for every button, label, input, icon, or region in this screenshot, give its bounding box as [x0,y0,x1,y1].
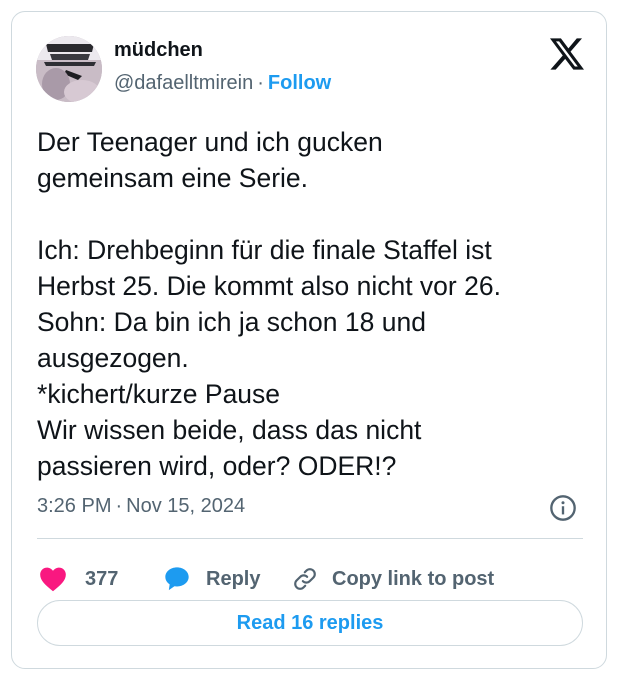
read-replies-button[interactable]: Read 16 replies [37,600,583,646]
link-icon [294,568,316,590]
tweet-card: müdchen @dafaelltmirein · Follow Der Teena… [11,11,607,669]
reply-label: Reply [206,567,261,590]
avatar-image [36,36,102,102]
separator-dot: · [257,72,264,94]
copy-link-label: Copy link to post [332,567,495,590]
author-display-name[interactable]: müdchen [114,39,203,62]
heart-icon [40,567,66,592]
tweet-date: Nov 15, 2024 [126,495,246,517]
divider [37,538,583,539]
x-logo-icon[interactable] [550,38,584,70]
info-icon[interactable] [549,494,577,522]
like-count: 377 [85,567,119,590]
copy-link-button[interactable]: Copy link to post [292,563,494,595]
follow-button[interactable]: Follow [268,72,331,94]
separator-dot: · [115,495,123,517]
avatar[interactable] [36,36,102,102]
tweet-text: Der Teenager und ich gucken gemeinsam ei… [37,127,501,481]
tweet-time: 3:26 PM [37,495,112,517]
like-button[interactable]: 377 [39,563,118,595]
reply-button[interactable]: Reply [162,563,260,595]
speech-bubble-icon [165,567,189,591]
author-handle-row: @dafaelltmirein · Follow [114,72,331,95]
author-handle[interactable]: @dafaelltmirein [114,72,253,94]
tweet-timestamp[interactable]: 3:26 PM · Nov 15, 2024 [37,495,245,518]
